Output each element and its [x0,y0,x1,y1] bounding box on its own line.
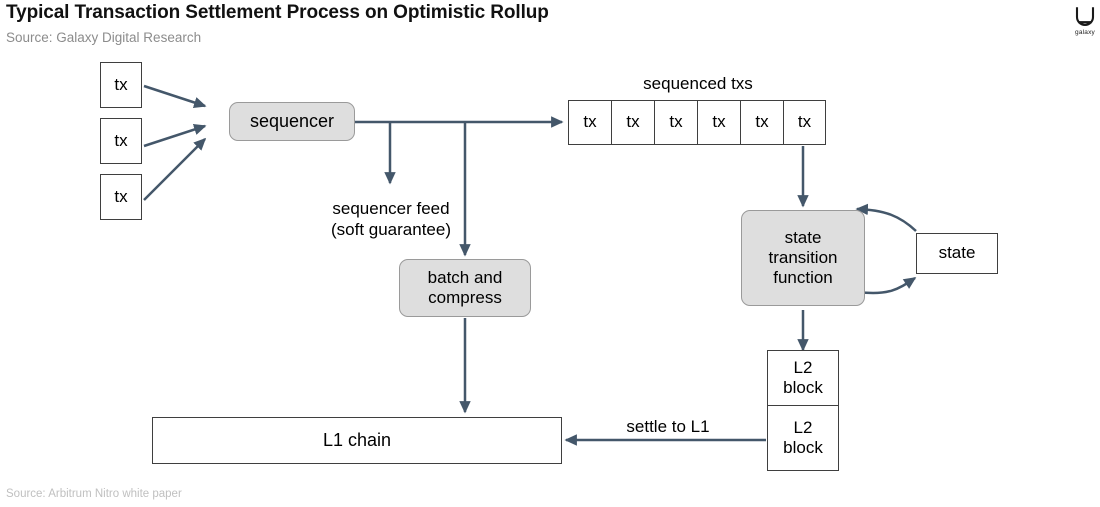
batch-and-compress-node[interactable]: batch and compress [399,259,531,317]
sequenced-tx-cell-3[interactable]: tx [654,100,697,145]
sequenced-tx-label: tx [626,112,640,132]
sequenced-tx-label: tx [712,112,726,132]
incoming-tx-box-1[interactable]: tx [100,62,142,108]
arrow-tx3-to-sequencer [143,137,207,201]
arrow-state-to-stf [855,203,917,232]
l2-block-2[interactable]: L2 block [767,405,839,471]
arrow-tx1-to-sequencer [143,84,207,109]
state-node[interactable]: state [916,233,998,274]
diagram-canvas: tx tx tx sequencer sequenced txs tx tx t… [0,0,1100,507]
sequenced-tx-cell-5[interactable]: tx [740,100,783,145]
sequenced-tx-cell-4[interactable]: tx [697,100,740,145]
sequenced-tx-cell-2[interactable]: tx [611,100,654,145]
sequenced-tx-label: tx [797,112,812,132]
incoming-tx-label: tx [114,130,128,150]
l1-chain-node[interactable]: L1 chain [152,417,562,464]
batch-and-compress-label: batch and compress [427,267,503,307]
arrow-tx2-to-sequencer [143,123,207,148]
sequencer-node[interactable]: sequencer [229,102,355,141]
arrow-stf-to-state [857,276,917,295]
sequencer-label: sequencer [249,110,335,131]
l2-block-label: L2 block [783,417,823,457]
l2-block-1[interactable]: L2 block [767,350,839,405]
sequenced-txs-caption: sequenced txs [643,74,753,93]
sequencer-feed-label: sequencer feed (soft guarantee) [330,199,451,239]
incoming-tx-label: tx [114,186,128,206]
sequenced-tx-label: tx [669,112,683,132]
sequenced-tx-cell-1[interactable]: tx [568,100,611,145]
settle-to-l1-label: settle to L1 [626,417,710,436]
incoming-tx-box-2[interactable]: tx [100,118,142,164]
state-label: state [938,243,976,263]
sequenced-tx-label: tx [755,112,769,132]
incoming-tx-label: tx [114,74,128,94]
sequenced-tx-cell-6[interactable]: tx [783,100,826,145]
l1-chain-label: L1 chain [322,429,392,450]
sequenced-tx-label: tx [583,112,597,132]
l2-block-label: L2 block [783,357,823,397]
state-transition-function-node[interactable]: state transition function [741,210,865,306]
incoming-tx-box-3[interactable]: tx [100,174,142,220]
state-transition-function-label: state transition function [768,227,838,288]
